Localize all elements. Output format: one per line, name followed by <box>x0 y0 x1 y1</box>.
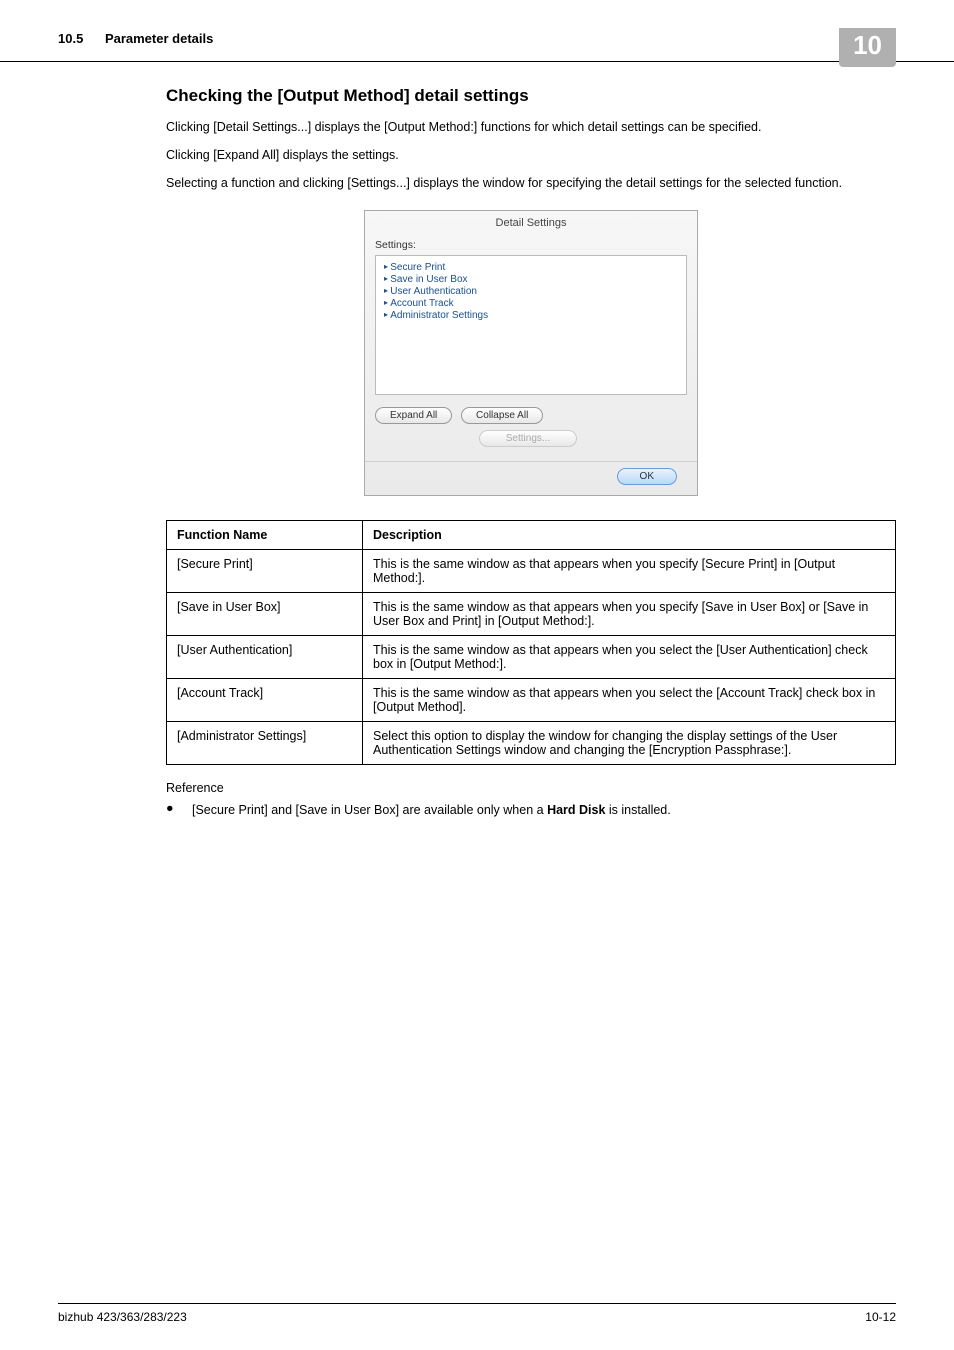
dialog-footer: OK <box>365 461 697 495</box>
ref-bold: Hard Disk <box>547 803 605 817</box>
list-item-secure-print[interactable]: Secure Print <box>384 262 678 273</box>
table-row: [User Authentication] This is the same w… <box>167 636 896 679</box>
table-row: [Account Track] This is the same window … <box>167 679 896 722</box>
table-row: [Secure Print] This is the same window a… <box>167 550 896 593</box>
paragraph-3: Selecting a function and clicking [Setti… <box>166 174 896 192</box>
fn-name: [User Authentication] <box>167 636 363 679</box>
paragraph-2: Clicking [Expand All] displays the setti… <box>166 146 896 164</box>
list-item-account-track[interactable]: Account Track <box>384 298 678 309</box>
footer-left: bizhub 423/363/283/223 <box>58 1310 187 1324</box>
expand-all-button[interactable]: Expand All <box>375 407 452 424</box>
reference-label: Reference <box>166 781 896 795</box>
list-item-save-user-box[interactable]: Save in User Box <box>384 274 678 285</box>
table-header-row: Function Name Description <box>167 521 896 550</box>
page-heading: Checking the [Output Method] detail sett… <box>166 86 896 106</box>
dialog-expand-row: Expand All Collapse All <box>365 395 697 430</box>
chapter-badge: 10 <box>839 28 896 67</box>
th-description: Description <box>363 521 896 550</box>
settings-button[interactable]: Settings... <box>479 430 577 447</box>
dialog-title: Detail Settings <box>365 211 697 239</box>
content-area: Checking the [Output Method] detail sett… <box>0 62 954 820</box>
detail-settings-dialog: Detail Settings Settings: Secure Print S… <box>364 210 698 496</box>
dialog-settings-row: Settings... <box>365 430 697 457</box>
ref-pre: [Secure Print] and [Save in User Box] ar… <box>192 803 547 817</box>
table-row: [Administrator Settings] Select this opt… <box>167 722 896 765</box>
dialog-settings-label: Settings: <box>365 239 697 255</box>
fn-desc: Select this option to display the window… <box>363 722 896 765</box>
fn-name: [Save in User Box] <box>167 593 363 636</box>
footer-right: 10-12 <box>865 1310 896 1324</box>
th-function-name: Function Name <box>167 521 363 550</box>
reference-bullet: ● [Secure Print] and [Save in User Box] … <box>166 801 896 819</box>
function-table: Function Name Description [Secure Print]… <box>166 520 896 765</box>
paragraph-1: Clicking [Detail Settings...] displays t… <box>166 118 896 136</box>
page-footer: bizhub 423/363/283/223 10-12 <box>58 1303 896 1324</box>
bullet-icon: ● <box>166 801 192 819</box>
reference-text: [Secure Print] and [Save in User Box] ar… <box>192 801 896 819</box>
list-item-user-authentication[interactable]: User Authentication <box>384 286 678 297</box>
dialog-settings-list[interactable]: Secure Print Save in User Box User Authe… <box>375 255 687 395</box>
ref-post: is installed. <box>605 803 670 817</box>
table-row: [Save in User Box] This is the same wind… <box>167 593 896 636</box>
fn-desc: This is the same window as that appears … <box>363 636 896 679</box>
collapse-all-button[interactable]: Collapse All <box>461 407 543 424</box>
fn-name: [Secure Print] <box>167 550 363 593</box>
section-title: Parameter details <box>105 31 213 46</box>
fn-desc: This is the same window as that appears … <box>363 550 896 593</box>
list-item-administrator-settings[interactable]: Administrator Settings <box>384 310 678 321</box>
fn-name: [Account Track] <box>167 679 363 722</box>
fn-name: [Administrator Settings] <box>167 722 363 765</box>
ok-button[interactable]: OK <box>617 468 677 485</box>
fn-desc: This is the same window as that appears … <box>363 593 896 636</box>
header-left: 10.5 Parameter details <box>58 31 839 46</box>
page-header: 10.5 Parameter details 10 <box>0 0 954 62</box>
fn-desc: This is the same window as that appears … <box>363 679 896 722</box>
section-number: 10.5 <box>58 31 83 46</box>
